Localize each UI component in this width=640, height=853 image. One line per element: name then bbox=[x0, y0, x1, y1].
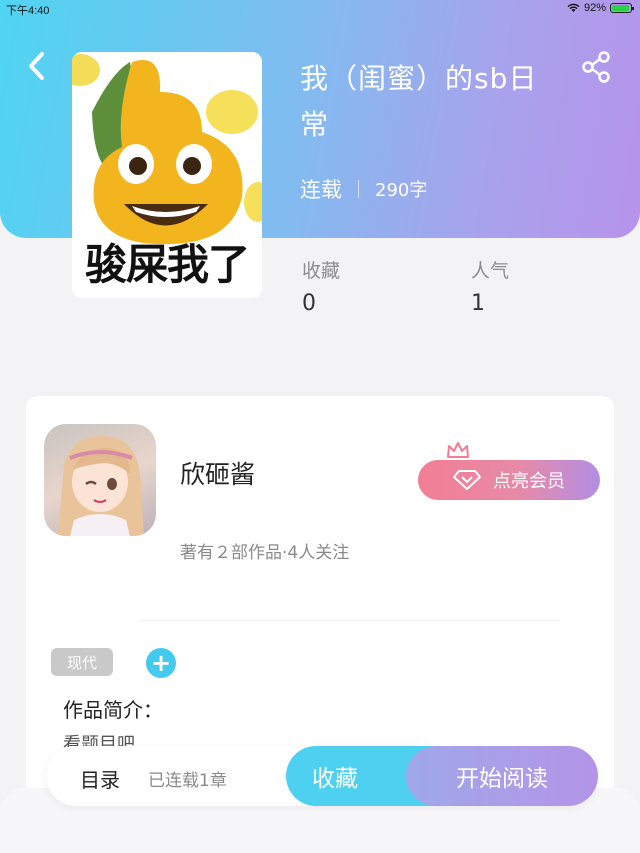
collect-button-label: 收藏 bbox=[312, 766, 358, 792]
stat-value: 1 bbox=[471, 291, 485, 316]
stat-label: 人气 bbox=[471, 260, 510, 282]
book-meta: 连载 290字 bbox=[300, 174, 427, 204]
word-count: 290字 bbox=[375, 180, 428, 201]
back-arrow-icon bbox=[29, 52, 44, 80]
add-tag-button[interactable]: + bbox=[146, 648, 176, 678]
stat-value: 0 bbox=[302, 291, 316, 316]
status-bar: 下午4:40 92% bbox=[0, 0, 640, 18]
stat-favorites: 收藏 0 bbox=[302, 256, 340, 316]
diamond-icon bbox=[453, 470, 481, 490]
share-button[interactable] bbox=[580, 50, 614, 84]
book-cover[interactable]: 骏屎我了 bbox=[72, 52, 262, 298]
avatar-illustration bbox=[58, 435, 144, 536]
avatar[interactable] bbox=[44, 424, 156, 536]
cover-caption: 骏屎我了 bbox=[84, 240, 250, 289]
stat-popularity: 人气 1 bbox=[471, 256, 509, 316]
start-reading-label: 开始阅读 bbox=[456, 766, 548, 792]
genre-tag[interactable]: 现代 bbox=[51, 648, 113, 676]
cover-illustration bbox=[72, 52, 262, 252]
battery-percent: 92% bbox=[583, 2, 606, 14]
wifi-icon bbox=[567, 3, 580, 12]
author-name[interactable]: 欣砸酱 bbox=[180, 455, 255, 491]
author-description: 著有２部作品·4人关注 bbox=[180, 543, 350, 563]
meta-divider bbox=[358, 180, 359, 198]
toc-button[interactable]: 目录 bbox=[80, 764, 120, 793]
book-title: 我（闺蜜）的sb日常 bbox=[300, 62, 538, 141]
serial-status: 连载 bbox=[300, 178, 342, 202]
chapter-count: 已连载1章 bbox=[148, 771, 227, 791]
intro-heading: 作品简介： bbox=[63, 698, 163, 722]
stat-label: 收藏 bbox=[302, 260, 341, 282]
crown-icon bbox=[447, 442, 469, 458]
vip-button[interactable]: 点亮会员 bbox=[418, 460, 600, 500]
share-icon bbox=[582, 51, 610, 83]
battery-icon bbox=[610, 3, 634, 13]
back-button[interactable] bbox=[22, 48, 52, 84]
status-time: 下午4:40 bbox=[6, 5, 50, 17]
divider bbox=[140, 620, 560, 621]
start-reading-button[interactable]: 开始阅读 bbox=[406, 746, 598, 806]
vip-button-label: 点亮会员 bbox=[493, 471, 565, 492]
